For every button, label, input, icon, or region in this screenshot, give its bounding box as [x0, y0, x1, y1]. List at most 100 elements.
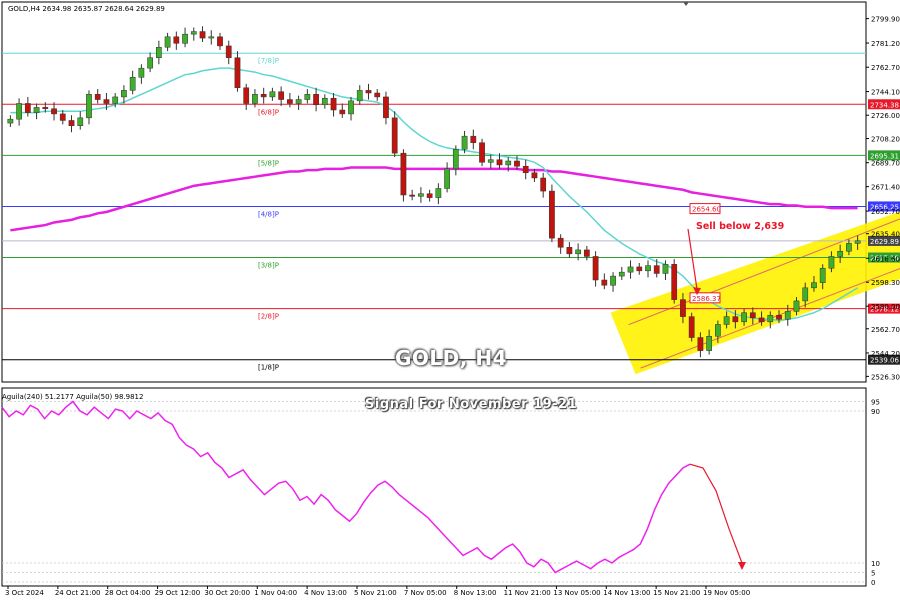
- candle-bear: [217, 36, 223, 47]
- candle-bull: [618, 271, 625, 277]
- murrey-label: [1/8]P: [258, 364, 279, 372]
- x-tick-label: 4 Nov 13:00: [304, 589, 347, 597]
- candle-bull: [138, 67, 145, 78]
- chart-title-overlay: GOLD, H4: [395, 346, 507, 370]
- candle-bear: [566, 247, 573, 255]
- candle-bull: [767, 315, 774, 323]
- candle-bull: [819, 267, 826, 283]
- y-tick-label: 2562.70: [871, 326, 900, 334]
- candle-bear: [653, 265, 660, 274]
- candle-bull: [706, 335, 713, 351]
- x-tick-label: 24 Oct 21:00: [55, 589, 101, 597]
- candle-bull: [662, 264, 669, 274]
- murrey-label: [7/8]P: [258, 57, 279, 65]
- y-tick-label: 2781.20: [871, 40, 900, 48]
- x-tick-label: 7 Nov 05:00: [404, 589, 447, 597]
- candle-bear: [51, 108, 57, 115]
- candle-bull: [16, 103, 22, 120]
- candle-bear: [592, 256, 599, 281]
- price-chart[interactable]: [6/8]P2734.38[5/8]P2695.31[4/8]P2656.25[…: [0, 0, 900, 600]
- candle-bull: [828, 256, 835, 269]
- candle-bull: [487, 159, 494, 163]
- candle-bull: [348, 100, 354, 115]
- candle-bull: [129, 77, 136, 91]
- candle-bull: [715, 324, 721, 337]
- candle-bear: [671, 264, 678, 300]
- current-price-tag: 2629.89: [870, 238, 899, 246]
- murrey-label: [4/8]P: [258, 210, 279, 218]
- indicator-header: Aguila(240) 51.2177 Aguila(50) 98.9812: [2, 393, 144, 401]
- candle-bear: [496, 159, 503, 166]
- candle-bear: [313, 94, 319, 106]
- candle-bear: [94, 94, 101, 100]
- x-tick-label: 29 Oct 12:00: [155, 589, 201, 597]
- x-tick-label: 3 Oct 2024: [5, 589, 44, 597]
- candle-bear: [278, 91, 285, 100]
- candle-bear: [549, 190, 555, 239]
- candle-bear: [479, 142, 485, 163]
- candle-bear: [68, 120, 75, 126]
- murrey-label: [3/8]P: [258, 262, 279, 270]
- candle-bull: [77, 117, 84, 126]
- candle-bull: [505, 160, 512, 166]
- symbol-label: GOLD,H4: [8, 5, 41, 13]
- osc-tick-label: 10: [871, 560, 880, 568]
- candle-bear: [365, 90, 372, 94]
- candle-bear: [426, 193, 433, 198]
- y-tick-label: 2635.40: [871, 231, 900, 239]
- candle-bear: [103, 99, 110, 104]
- x-tick-label: 5 Nov 21:00: [354, 589, 397, 597]
- candle-bull: [645, 265, 651, 272]
- candle-bull: [182, 33, 188, 44]
- y-tick-label: 2616.60: [871, 255, 900, 263]
- y-tick-label: 2744.10: [871, 89, 900, 97]
- candle-bear: [758, 317, 765, 323]
- candle-bull: [435, 188, 442, 198]
- y-tick-label: 2652.70: [871, 208, 900, 216]
- x-tick-label: 15 Nov 21:00: [653, 589, 700, 597]
- y-tick-label: 2689.70: [871, 160, 900, 168]
- osc-tick-label: 90: [871, 408, 880, 416]
- osc-tick-label: 5: [871, 570, 875, 578]
- y-tick-label: 2580.00: [871, 303, 900, 311]
- candle-bull: [190, 31, 197, 35]
- chart-header: GOLD,H4 2634.98 2635.87 2628.64 2629.89: [8, 5, 165, 13]
- candle-bear: [225, 45, 232, 58]
- candle-bull: [793, 300, 800, 312]
- x-tick-label: 30 Oct 20:00: [204, 589, 250, 597]
- x-tick-label: 8 Nov 13:00: [454, 589, 497, 597]
- candle-bull: [741, 312, 747, 323]
- candle-bull: [846, 243, 852, 252]
- candle-bull: [164, 36, 171, 48]
- candle-bull: [837, 250, 844, 257]
- candle-bear: [260, 94, 267, 98]
- candle-bear: [583, 249, 590, 257]
- y-tick-label: 2598.30: [871, 279, 900, 287]
- target-box-label: 2586.37: [692, 295, 721, 303]
- candle-bull: [321, 97, 328, 106]
- target-box-label: 2654.60: [692, 206, 721, 214]
- candle-bear: [514, 160, 520, 167]
- candle-bull: [208, 36, 215, 39]
- candle-bull: [784, 311, 791, 320]
- candle-bull: [452, 148, 459, 170]
- candle-bear: [199, 31, 206, 39]
- candle-bear: [697, 337, 704, 351]
- oscillator-line: [1, 400, 691, 574]
- candle-bull: [269, 91, 276, 98]
- candle-bear: [243, 87, 250, 104]
- candle-bear: [42, 107, 49, 109]
- candle-bear: [374, 92, 381, 98]
- price-tag: 2734.38: [870, 101, 899, 109]
- y-tick-label: 2726.00: [871, 112, 900, 120]
- candle-bull: [295, 99, 302, 104]
- candle-bull: [147, 57, 153, 69]
- x-tick-label: 13 Nov 05:00: [553, 589, 600, 597]
- candle-bear: [59, 113, 66, 121]
- sell-signal-label: Sell below 2,639: [696, 221, 785, 232]
- osc-tick-label: 95: [871, 399, 880, 407]
- candle-bull: [7, 118, 14, 124]
- sell-arrow-line: [687, 228, 698, 290]
- shift-marker-icon: [683, 2, 689, 6]
- signal-subtitle: Signal For November 19-21: [365, 397, 578, 412]
